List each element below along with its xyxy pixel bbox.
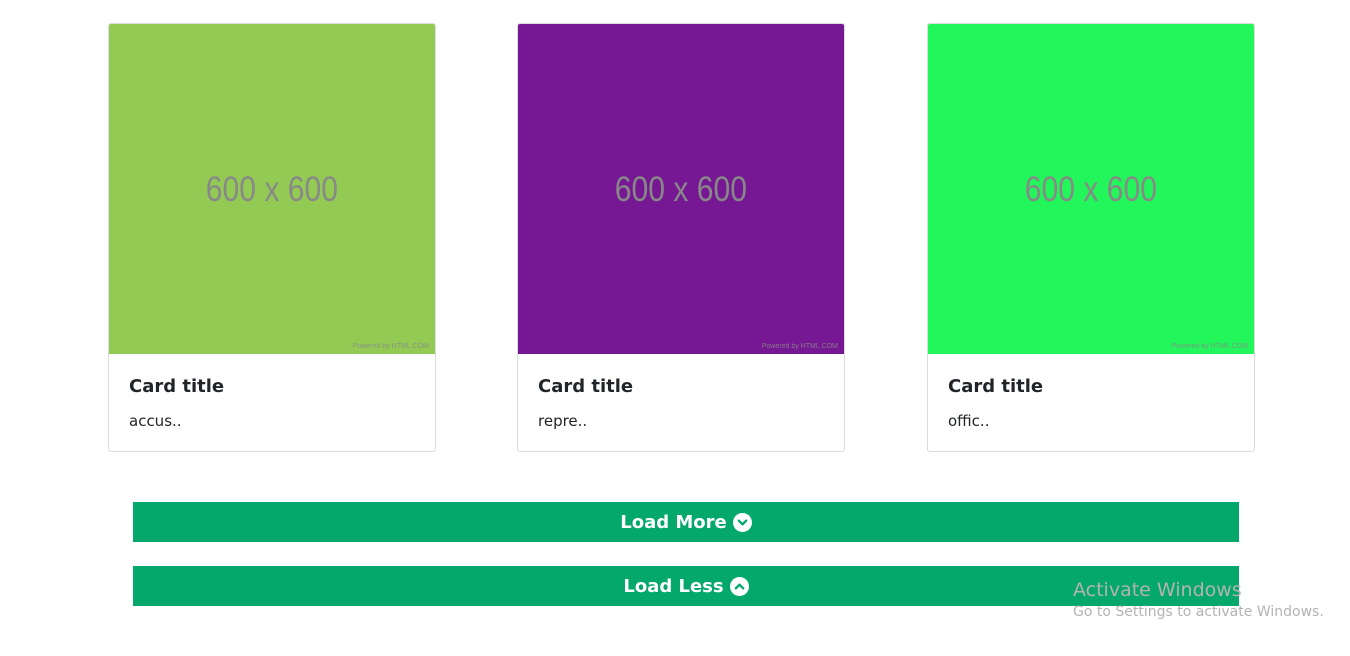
watermark-title: Activate Windows — [1073, 579, 1242, 601]
chevron-circle-down-icon — [732, 512, 752, 532]
image-powered-by: Powered by HTML.COM — [352, 343, 429, 350]
page: 600 x 600 Powered by HTML.COM Card title… — [0, 0, 1350, 656]
card-title: Card title — [129, 376, 225, 397]
card-2[interactable]: 600 x 600 Powered by HTML.COM Card title… — [517, 23, 845, 452]
image-placeholder-label: 600 x 600 — [1024, 170, 1158, 209]
card-body: Card title accus.. — [109, 354, 435, 450]
card-image: 600 x 600 Powered by HTML.COM — [928, 24, 1254, 354]
chevron-circle-up-icon — [729, 576, 749, 596]
card-3[interactable]: 600 x 600 Powered by HTML.COM Card title… — [927, 23, 1255, 452]
load-less-label: Load Less — [623, 575, 724, 597]
card-text: accus.. — [129, 412, 182, 430]
image-powered-by: Powered by HTML.COM — [761, 343, 838, 350]
card-image: 600 x 600 Powered by HTML.COM — [109, 24, 435, 354]
card-1[interactable]: 600 x 600 Powered by HTML.COM Card title… — [108, 23, 436, 452]
card-text: offic.. — [948, 412, 990, 430]
watermark-subtitle: Go to Settings to activate Windows. — [1073, 604, 1324, 620]
card-body: Card title offic.. — [928, 354, 1254, 450]
load-more-button[interactable]: Load More — [133, 502, 1239, 542]
image-placeholder-label: 600 x 600 — [614, 170, 748, 209]
card-title: Card title — [538, 376, 634, 397]
image-placeholder-label: 600 x 600 — [205, 170, 339, 209]
image-powered-by: Powered by HTML.COM — [1171, 343, 1248, 350]
card-text: repre.. — [538, 412, 588, 430]
card-title: Card title — [948, 376, 1044, 397]
card-body: Card title repre.. — [518, 354, 844, 450]
load-more-label: Load More — [620, 511, 727, 533]
activate-windows-watermark: Activate Windows Go to Settings to activ… — [1073, 578, 1324, 622]
card-image: 600 x 600 Powered by HTML.COM — [518, 24, 844, 354]
